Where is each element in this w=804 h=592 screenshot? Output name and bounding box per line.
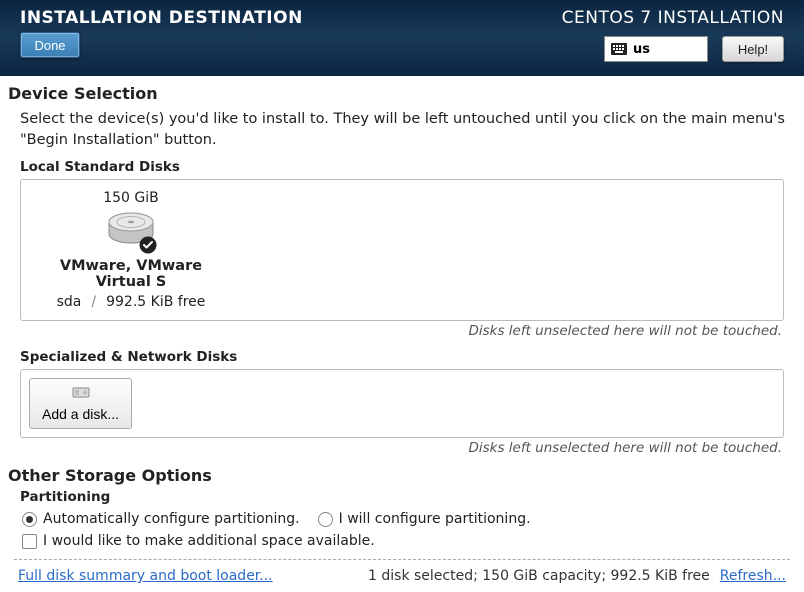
auto-partition-radio[interactable]: Automatically configure partitioning. — [22, 511, 300, 527]
local-disks-panel: 150 GiB VMware, VMware Virtual S sda/992… — [20, 179, 784, 321]
specialized-disks-hint: Disks left unselected here will not be t… — [8, 440, 796, 456]
help-button[interactable]: Help! — [722, 36, 784, 62]
done-button[interactable]: Done — [20, 32, 80, 58]
disk-summary-link[interactable]: Full disk summary and boot loader... — [18, 568, 273, 584]
keyboard-layout-indicator[interactable]: us — [604, 36, 708, 62]
manual-partition-label: I will configure partitioning. — [339, 511, 531, 527]
disk-item[interactable]: 150 GiB VMware, VMware Virtual S sda/992… — [31, 190, 231, 310]
add-disk-label: Add a disk... — [42, 406, 119, 422]
specialized-disks-panel: Add a disk... — [20, 369, 784, 438]
local-disks-label: Local Standard Disks — [8, 159, 796, 175]
selected-check-icon — [139, 236, 157, 254]
installer-header: INSTALLATION DESTINATION Done CENTOS 7 I… — [0, 0, 804, 76]
checkbox-icon — [22, 534, 37, 549]
disk-meta: sda/992.5 KiB free — [31, 294, 231, 310]
selection-status: 1 disk selected; 150 GiB capacity; 992.5… — [368, 568, 710, 584]
device-selection-description: Select the device(s) you'd like to insta… — [8, 109, 796, 151]
device-selection-title: Device Selection — [8, 84, 796, 103]
disk-free: 992.5 KiB free — [106, 294, 205, 310]
manual-partition-radio[interactable]: I will configure partitioning. — [318, 511, 531, 527]
radio-icon — [318, 512, 333, 527]
keyboard-layout-label: us — [633, 42, 650, 57]
disk-device: sda — [57, 294, 82, 310]
installer-title: CENTOS 7 INSTALLATION — [562, 8, 784, 28]
refresh-link[interactable]: Refresh... — [720, 568, 786, 584]
add-disk-button[interactable]: Add a disk... — [29, 378, 132, 429]
separator — [14, 559, 790, 560]
hard-drive-icon — [107, 210, 155, 252]
disk-size: 150 GiB — [31, 190, 231, 206]
reclaim-space-checkbox[interactable]: I would like to make additional space av… — [22, 533, 796, 549]
page-title: INSTALLATION DESTINATION — [20, 8, 303, 28]
local-disks-hint: Disks left unselected here will not be t… — [8, 323, 796, 339]
footer: Full disk summary and boot loader... 1 d… — [8, 568, 796, 592]
disk-name: VMware, VMware Virtual S — [31, 258, 231, 290]
partitioning-label: Partitioning — [8, 489, 796, 505]
auto-partition-label: Automatically configure partitioning. — [43, 511, 300, 527]
storage-options-title: Other Storage Options — [8, 466, 796, 485]
keyboard-icon — [611, 43, 627, 55]
add-disk-icon — [72, 385, 90, 402]
reclaim-space-label: I would like to make additional space av… — [43, 533, 375, 549]
specialized-disks-label: Specialized & Network Disks — [8, 349, 796, 365]
radio-icon — [22, 512, 37, 527]
